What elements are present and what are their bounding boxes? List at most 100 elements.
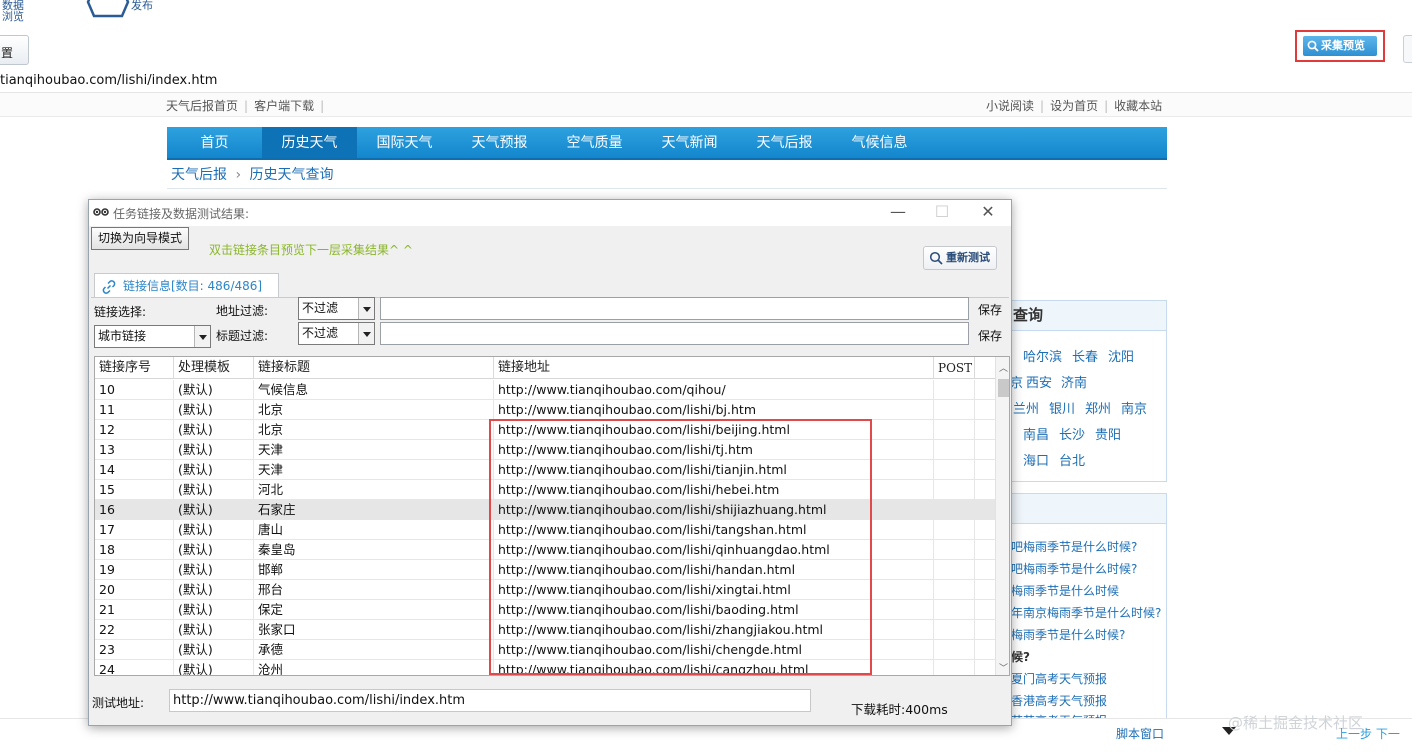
data-browse-tool[interactable]: 数据 浏览 [2, 0, 24, 22]
table-row[interactable]: 12 (默认) 北京 http://www.tianqihoubao.com/lish… [95, 420, 995, 440]
edge-button[interactable] [1403, 35, 1412, 63]
table-row[interactable]: 18 (默认) 秦皇岛 http://www.tianqihoubao.com/lis… [95, 540, 995, 560]
cell-url: http://www.tianqihoubao.com/lishi/shijia… [494, 500, 934, 520]
col-link-no[interactable]: 链接序号 [95, 357, 174, 379]
city-link[interactable]: 海口 [1023, 450, 1049, 469]
settings-button[interactable]: 置 [0, 35, 29, 65]
question-link[interactable]: 吧梅雨季节是什么时候? [1011, 560, 1166, 577]
table-row[interactable]: 17 (默认) 唐山 http://www.tianqihoubao.com/lish… [95, 520, 995, 540]
client-download-link[interactable]: 客户端下载 [254, 99, 314, 113]
table-row[interactable]: 16 (默认) 石家庄 http://www.tianqihoubao.com/lis… [95, 500, 995, 520]
test-addr-input[interactable]: http://www.tianqihoubao.com/lishi/index.… [169, 689, 811, 712]
table-row[interactable]: 13 (默认) 天津 http://www.tianqihoubao.com/lish… [95, 440, 995, 460]
city-link[interactable]: 台北 [1059, 450, 1085, 469]
cell-title: 承德 [254, 640, 494, 660]
cell-template: (默认) [174, 380, 254, 400]
nav-item-home[interactable]: 首页 [167, 127, 262, 158]
chevron-down-icon[interactable]: ﹀ [999, 661, 1008, 674]
city-link[interactable]: 郑州 [1085, 398, 1111, 417]
scrollbar-thumb[interactable] [998, 379, 1009, 397]
nav-item-history[interactable]: 历史天气 [262, 127, 357, 158]
nav-item-climate[interactable]: 气候信息 [832, 127, 927, 158]
cell-template: (默认) [174, 600, 254, 620]
script-window-button[interactable]: 脚本窗口 [1116, 725, 1164, 742]
city-link[interactable]: 济南 [1061, 372, 1087, 391]
title-filter-mode-select[interactable]: 不过滤 [298, 322, 375, 345]
cell-post [934, 560, 975, 580]
addr-filter-save-button[interactable]: 保存 [978, 301, 1002, 318]
city-link[interactable]: 哈尔滨 [1023, 346, 1062, 365]
question-link[interactable]: 吧梅雨季节是什么时候? [1011, 538, 1166, 555]
site-home-link[interactable]: 天气后报首页 [166, 99, 238, 113]
table-row[interactable]: 21 (默认) 保定 http://www.tianqihoubao.com/lish… [95, 600, 995, 620]
question-link[interactable]: 香港高考天气预报 [1011, 692, 1166, 709]
cell-link-no: 13 [95, 440, 174, 460]
table-row[interactable]: 22 (默认) 张家口 http://www.tianqihoubao.com/lis… [95, 620, 995, 640]
cell-post [934, 540, 975, 560]
nav-item-air[interactable]: 空气质量 [547, 127, 642, 158]
table-row[interactable]: 23 (默认) 承德 http://www.tianqihoubao.com/lish… [95, 640, 995, 660]
cell-template: (默认) [174, 580, 254, 600]
tab-link-info[interactable]: 链接信息[数目: 486/486] [94, 273, 279, 298]
cell-post [934, 640, 975, 660]
close-button[interactable]: ✕ [971, 203, 1005, 223]
table-scrollbar[interactable]: ︿ ﹀ [995, 357, 1009, 675]
city-link[interactable]: 南昌 [1023, 424, 1049, 443]
retest-button[interactable]: 重新测试 [923, 246, 997, 270]
addr-filter-mode-select[interactable]: 不过滤 [298, 297, 375, 320]
title-filter-input[interactable] [380, 322, 969, 345]
city-link[interactable]: 银川 [1049, 398, 1075, 417]
col-title[interactable]: 链接标题 [254, 357, 494, 379]
title-filter-save-button[interactable]: 保存 [978, 327, 1002, 344]
publish-hex-icon[interactable] [86, 0, 130, 18]
bookmark-link[interactable]: 收藏本站 [1114, 99, 1162, 113]
city-link[interactable]: 长春 [1072, 346, 1098, 365]
switch-wizard-mode-button[interactable]: 切换为向导模式 [91, 227, 189, 250]
cell-title: 天津 [254, 460, 494, 480]
city-link[interactable]: 西安 [1026, 372, 1052, 391]
table-row[interactable]: 20 (默认) 邢台 http://www.tianqihoubao.com/lish… [95, 580, 995, 600]
city-link[interactable]: 长沙 [1059, 424, 1085, 443]
nav-item-intl[interactable]: 国际天气 [357, 127, 452, 158]
nav-item-news[interactable]: 天气新闻 [642, 127, 737, 158]
set-home-link[interactable]: 设为首页 [1050, 99, 1098, 113]
table-row[interactable]: 11 (默认) 北京 http://www.tianqihoubao.com/lish… [95, 400, 995, 420]
step-buttons[interactable]: 上一步 下一 [1336, 725, 1400, 742]
question-link[interactable]: 夏门高考天气预报 [1011, 670, 1166, 687]
col-post[interactable]: POST [934, 357, 975, 379]
cell-url: http://www.tianqihoubao.com/lishi/handan… [494, 560, 934, 580]
question-link[interactable]: 梅雨季节是什么时候? [1011, 626, 1166, 643]
cell-post [934, 420, 975, 440]
novel-link[interactable]: 小说阅读 [986, 99, 1034, 113]
table-row[interactable]: 19 (默认) 邯郸 http://www.tianqihoubao.com/lish… [95, 560, 995, 580]
col-url[interactable]: 链接地址 [494, 357, 934, 379]
table-row[interactable]: 14 (默认) 天津 http://www.tianqihoubao.com/lish… [95, 460, 995, 480]
separator: | [1104, 99, 1109, 113]
dialog-titlebar[interactable]: 任务链接及数据测试结果: — ☐ ✕ [89, 200, 1011, 226]
cell-post [934, 520, 975, 540]
maximize-button[interactable]: ☐ [925, 203, 959, 223]
nav-item-forecast[interactable]: 天气预报 [452, 127, 547, 158]
city-link[interactable]: 贵阳 [1095, 424, 1121, 443]
question-link[interactable]: 梅雨季节是什么时候 [1011, 582, 1166, 599]
minimize-button[interactable]: — [881, 203, 915, 223]
publish-tool[interactable]: 发布 [131, 0, 153, 20]
link-select-dropdown[interactable]: 城市链接 [94, 325, 211, 348]
cell-template: (默认) [174, 560, 254, 580]
cell-title: 张家口 [254, 620, 494, 640]
question-link[interactable]: 年南京梅雨季节是什么时候? [1011, 604, 1166, 621]
city-link[interactable]: 南京 [1121, 398, 1147, 417]
table-row[interactable]: 15 (默认) 河北 http://www.tianqihoubao.com/lish… [95, 480, 995, 500]
nav-item-report[interactable]: 天气后报 [737, 127, 832, 158]
table-row[interactable]: 10 (默认) 气候信息 http://www.tianqihoubao.com/qi… [95, 380, 995, 400]
city-link[interactable]: 兰州 [1013, 398, 1039, 417]
questions-head [1011, 494, 1166, 524]
breadcrumb-current[interactable]: 历史天气查询 [250, 167, 334, 183]
collect-preview-button[interactable]: 采集预览 [1303, 36, 1377, 56]
addr-filter-input[interactable] [380, 297, 969, 320]
chevron-up-icon[interactable]: ︿ [999, 361, 1008, 374]
col-template[interactable]: 处理模板 [174, 357, 254, 379]
breadcrumb-root[interactable]: 天气后报 [171, 167, 227, 183]
table-row[interactable]: 24 (默认) 沧州 http://www.tianqihoubao.com/lish… [95, 660, 995, 675]
city-link[interactable]: 沈阳 [1108, 346, 1134, 365]
